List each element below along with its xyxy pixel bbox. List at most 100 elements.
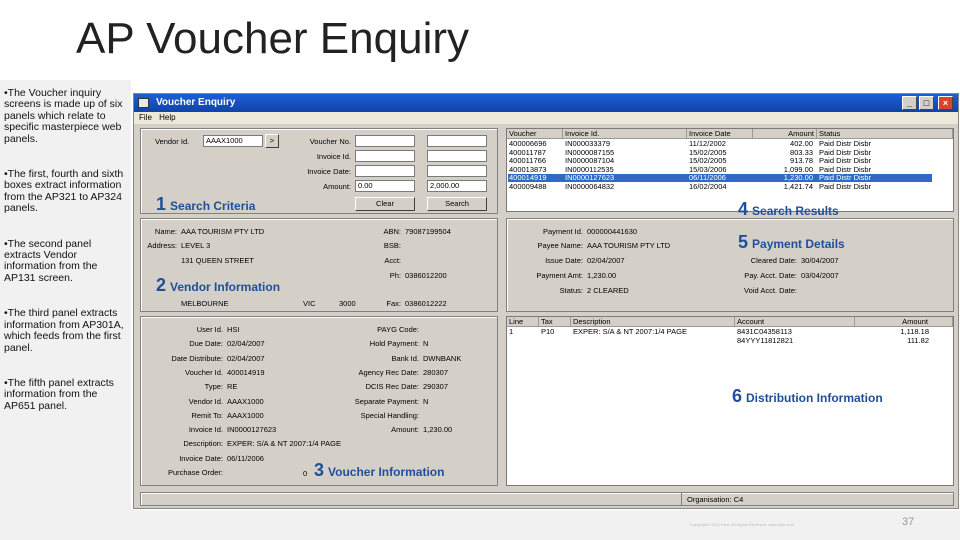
payment-details-panel: Payment Id. 000000441630 Payee Name: AAA…	[506, 218, 954, 312]
result-cell[interactable]: 16/02/2004	[687, 182, 753, 191]
window-title-bar[interactable]: Voucher Enquiry _ □ ×	[134, 94, 958, 112]
minimize-button[interactable]: _	[902, 96, 917, 110]
invoice-id-from-input[interactable]	[355, 150, 415, 162]
voucher-field-label: Special Handling:	[360, 410, 419, 420]
search-results-grid: Voucher Invoice Id. Invoice Date Amount …	[506, 128, 954, 212]
payment-id-label: Payment Id.	[542, 227, 583, 236]
issue-date-value: 02/04/2007	[587, 256, 625, 265]
result-cell[interactable]: IN0000087104	[563, 157, 687, 165]
menu-file[interactable]: File	[139, 113, 152, 122]
distribution-cell[interactable]: 84YYY11812821	[735, 336, 855, 345]
vendor-address1-value: LEVEL 3	[181, 241, 211, 250]
bullet-item: •The second panel extracts Vendor inform…	[4, 237, 98, 284]
search-button[interactable]: Search	[427, 197, 487, 211]
organisation-label: Organisation: C4	[687, 495, 744, 504]
result-cell[interactable]: 400009488	[507, 182, 563, 191]
result-cell[interactable]: 402.00	[753, 140, 817, 148]
col-voucher-header[interactable]: Voucher	[507, 129, 563, 139]
payment-id-value: 000000441630	[587, 227, 638, 236]
result-cell[interactable]: IN0000064832	[563, 182, 687, 191]
voucher-field-label: DCIS Rec Date:	[365, 382, 419, 392]
invoice-date-to-input[interactable]	[427, 165, 487, 177]
amount-from-input[interactable]: 0.00	[355, 180, 415, 192]
col-status-header[interactable]: Status	[817, 129, 953, 139]
invoice-date-from-input[interactable]	[355, 165, 415, 177]
result-cell[interactable]: 1,421.74	[753, 182, 817, 191]
pay-acct-date-label: Pay. Acct. Date:	[744, 271, 797, 280]
result-cell[interactable]: 11/12/2002	[687, 140, 753, 148]
result-cell[interactable]: Paid Distr Disbr	[817, 174, 953, 182]
distribution-cell[interactable]	[571, 337, 735, 345]
label-number: 3	[314, 460, 325, 480]
result-cell[interactable]: Paid Distr Disbr	[817, 140, 953, 148]
voucher-field-label: Bank Id.	[391, 353, 419, 363]
result-cell[interactable]: IN000033379	[563, 140, 687, 148]
distribution-cell[interactable]: 1,118.18	[855, 328, 953, 336]
bullet-item: •The fifth panel extracts information fr…	[4, 376, 114, 412]
amount-to-input[interactable]: 2,000.00	[427, 180, 487, 192]
purchase-order-value: 0	[303, 469, 308, 478]
label-number: 4	[738, 199, 749, 219]
menu-help[interactable]: Help	[159, 113, 175, 122]
vendor-lookup-button[interactable]: >	[265, 134, 279, 148]
result-cell[interactable]: 1,230.00	[753, 174, 817, 182]
vendor-ph-value: 0386012200	[405, 271, 447, 280]
voucher-field-label: Date Distribute:	[171, 353, 223, 363]
payee-name-value: AAA TOURISM PTY LTD	[587, 241, 671, 250]
voucher-field-label: User Id.	[196, 325, 223, 334]
col-account-header[interactable]: Account	[735, 317, 855, 327]
vendor-fax-value: 0386012222	[405, 299, 447, 308]
result-cell[interactable]: Paid Distr Disbr	[817, 157, 953, 165]
result-cell[interactable]: 400006696	[507, 140, 563, 148]
menu-bar: File Help	[134, 112, 958, 124]
voucher-field-value: 02/04/2007	[227, 353, 265, 363]
pay-acct-date-value: 03/04/2007	[801, 271, 839, 280]
col-description-header[interactable]: Description	[571, 317, 735, 327]
result-cell[interactable]: IN0000127623	[563, 174, 687, 182]
result-cell[interactable]: Paid Distr Disbr	[817, 182, 953, 191]
distribution-cell[interactable]: EXPER: S/A & NT 2007:1/4 PAGE	[571, 328, 735, 336]
distribution-cell[interactable]	[539, 337, 571, 345]
vendor-ph-label: Ph:	[389, 271, 401, 280]
vendor-id-input[interactable]: AAAX1000	[203, 135, 263, 147]
label-text: Voucher Information	[328, 465, 445, 479]
voucher-field-value: 290307	[423, 382, 449, 392]
result-cell[interactable]: 913.78	[753, 157, 817, 165]
col-invoice-date-header[interactable]: Invoice Date	[687, 129, 753, 139]
voucher-field-value: 1,230.00	[423, 425, 453, 435]
vendor-state-value: VIC	[303, 299, 316, 308]
result-cell[interactable]: 15/02/2005	[687, 157, 753, 165]
close-button[interactable]: ×	[938, 96, 953, 110]
col-invoice-id-header[interactable]: Invoice Id.	[563, 129, 687, 139]
invoice-id-to-input[interactable]	[427, 150, 487, 162]
clear-button[interactable]: Clear	[355, 197, 415, 211]
voucher-field-label: Purchase Order:	[167, 468, 223, 477]
maximize-button[interactable]: □	[919, 96, 934, 110]
bullet-item: •The third panel extracts information fr…	[4, 307, 124, 354]
col-tax-header[interactable]: Tax	[539, 317, 571, 327]
distribution-cell[interactable]: 111.82	[855, 336, 953, 345]
result-cell[interactable]: 400014919	[507, 174, 563, 182]
col-line-header[interactable]: Line	[507, 317, 539, 327]
label-vendor-information: 2 Vendor Information	[156, 275, 280, 296]
voucher-field-value: EXPER: S/A & NT 2007:1/4 PAGE	[227, 439, 341, 449]
voucher-field-label: Description:	[183, 439, 223, 449]
distribution-cell[interactable]: 8431C04358113	[735, 328, 855, 336]
app-icon	[138, 98, 149, 108]
voucher-field-label: PAYG Code:	[377, 325, 419, 334]
voucher-field-label: Remit To:	[191, 410, 223, 420]
voucher-field-label: Hold Payment:	[369, 339, 419, 349]
voucher-no-from-input[interactable]	[355, 135, 415, 147]
result-cell[interactable]: 06/11/2006	[687, 174, 753, 182]
distribution-cell[interactable]: P10	[539, 328, 571, 336]
label-text: Vendor Information	[170, 280, 281, 294]
slide-footer	[131, 510, 960, 540]
voucher-no-to-input[interactable]	[427, 135, 487, 147]
result-cell[interactable]: 400011766	[507, 157, 563, 165]
label-search-criteria: 1 Search Criteria	[156, 194, 255, 215]
col-amount-header[interactable]: Amount	[753, 129, 817, 139]
distribution-cell[interactable]: 1	[507, 328, 539, 336]
distribution-cell[interactable]	[507, 337, 539, 345]
label-distribution-information: 6 Distribution Information	[732, 386, 883, 407]
col-dist-amount-header[interactable]: Amount	[855, 317, 953, 327]
